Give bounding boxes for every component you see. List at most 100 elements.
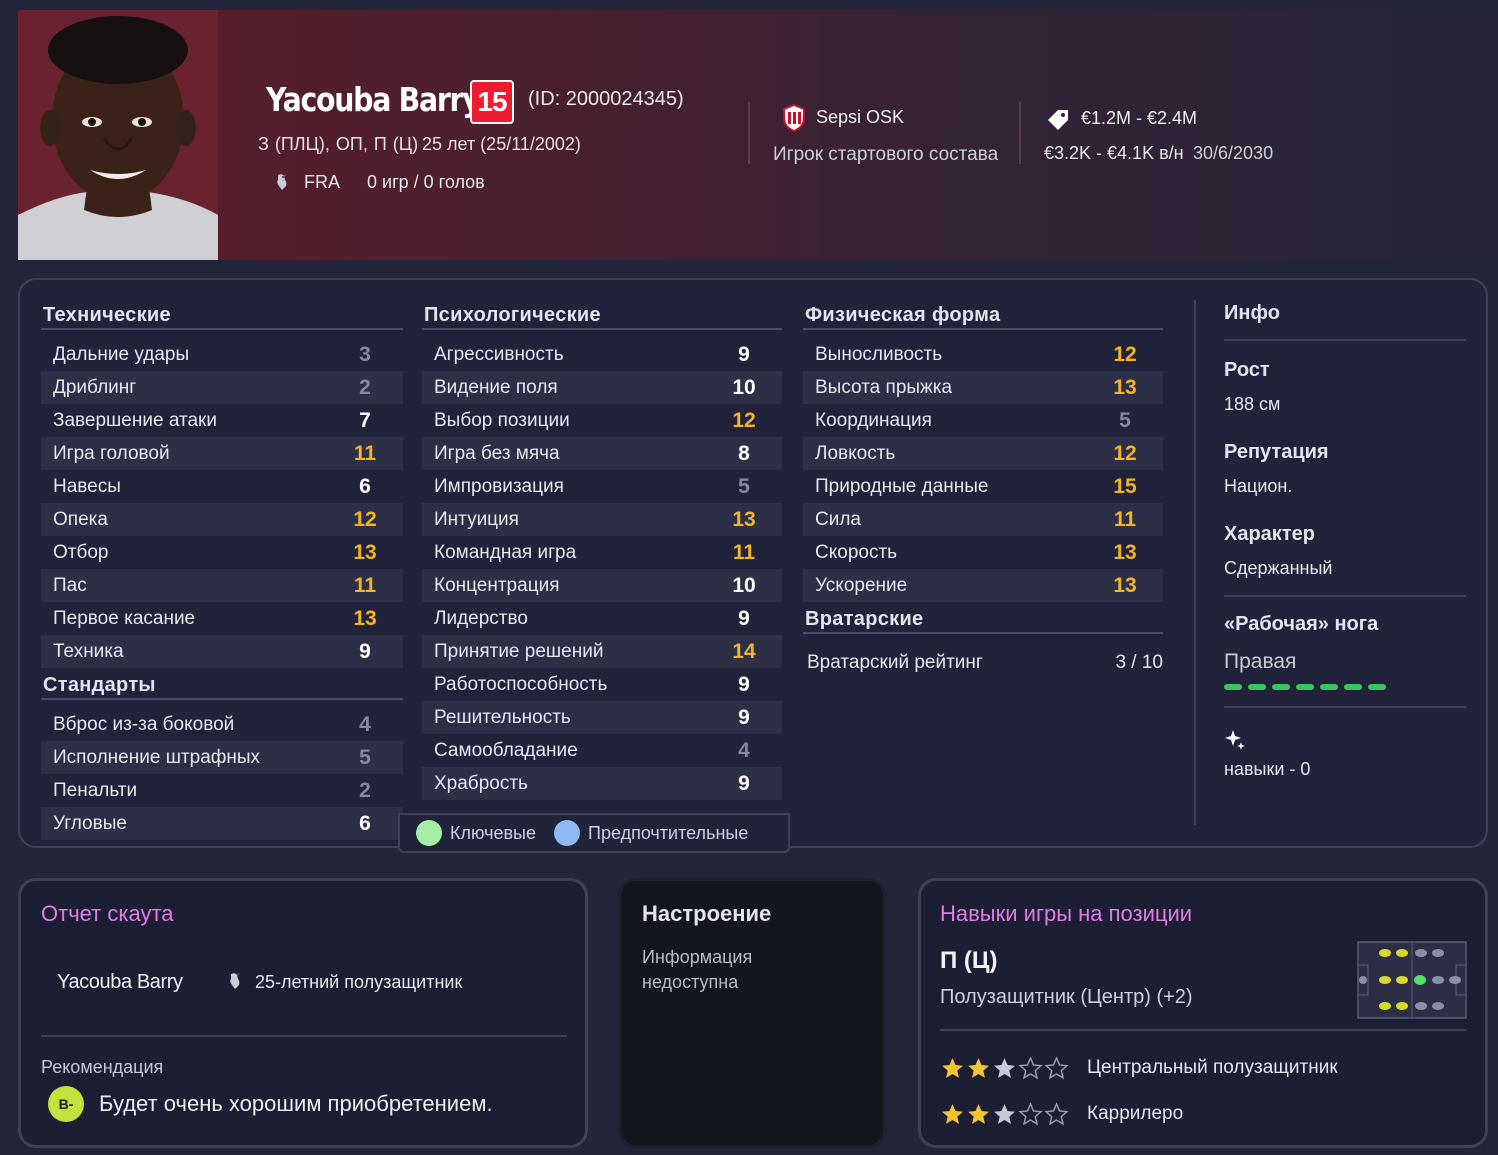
attribute-row[interactable]: Скорость 13 [803,536,1163,569]
reputation-label: Репутация [1224,441,1329,463]
attribute-label: Командная игра [434,541,577,563]
player-name: Yacouba Barry [266,80,481,119]
foot-bar-segment [1296,684,1314,690]
attribute-row[interactable]: Храбрость 9 [422,767,782,800]
attribute-label: Скорость [815,541,898,563]
attribute-value: 9 [359,639,371,663]
attribute-value: 12 [1113,441,1137,465]
attribute-row[interactable]: Угловые 6 [41,807,403,840]
attribute-row[interactable]: Вброс из-за боковой 4 [41,708,403,741]
pitch-diagram[interactable] [1357,941,1467,1024]
attribute-row[interactable]: Видение поля 10 [422,371,782,404]
attribute-row[interactable]: Агрессивность 9 [422,338,782,371]
attribute-row[interactable]: Принятие решений 14 [422,635,782,668]
attribute-label: Пенальти [53,779,138,801]
attribute-row[interactable]: Первое касание 13 [41,602,403,635]
attribute-label: Лидерство [434,607,528,629]
height-value: 188 см [1224,394,1281,414]
star-icon [994,1103,1015,1124]
attribute-row[interactable]: Высота прыжка 13 [803,371,1163,404]
scout-divider [41,1035,567,1037]
scout-report-title[interactable]: Отчет скаута [41,901,174,927]
attribute-row[interactable]: Техника 9 [41,635,403,668]
attribute-label: Интуиция [434,508,519,530]
legend-preferred-label[interactable]: Предпочтительные [588,823,748,844]
attribute-row[interactable]: Завершение атаки 7 [41,404,403,437]
attribute-value: 13 [732,507,756,531]
attribute-value: 12 [353,507,377,531]
attribute-label: Видение поля [434,376,558,398]
position-skills-card: Навыки игры на позиции П (Ц) Полузащитни… [918,878,1488,1148]
attribute-row[interactable]: Игра без мяча 8 [422,437,782,470]
star-icon [994,1057,1015,1078]
foot-bar-segment [1272,684,1290,690]
set-pieces-list: Вброс из-за боковой 4 Исполнение штрафных 5… [41,708,403,840]
foot-bar-segment [1320,684,1338,690]
attribute-label: Дриблинг [53,376,137,398]
attribute-row[interactable]: Концентрация 10 [422,569,782,602]
attribute-row[interactable]: Импровизация 5 [422,470,782,503]
role-list: Центральный полузащитник Каррилеро [940,1045,1466,1137]
star-icon [942,1103,963,1124]
attributes-panel: Технические Дальние удары 3 Дриблинг 2 Завер… [18,278,1488,853]
nationality-code[interactable]: FRA [304,172,340,193]
mood-card: Настроение Информация недоступна [618,878,886,1148]
personality-label: Характер [1224,523,1315,545]
attribute-row[interactable]: Выбор позиции 12 [422,404,782,437]
attribute-row[interactable]: Природные данные 15 [803,470,1163,503]
attribute-row[interactable]: Координация 5 [803,404,1163,437]
attribute-value: 15 [1113,474,1137,498]
rooster-flag-icon [225,971,245,996]
sparkle-icon[interactable] [1224,728,1466,755]
star-icon [1018,1055,1043,1079]
attribute-row[interactable]: Командная игра 11 [422,536,782,569]
attribute-value: 11 [732,540,756,564]
attribute-row[interactable]: Навесы 6 [41,470,403,503]
attribute-row[interactable]: Пенальти 2 [41,774,403,807]
attribute-row[interactable]: Игра головой 11 [41,437,403,470]
attribute-value: 9 [738,606,750,630]
attribute-value: 7 [359,408,371,432]
attribute-row[interactable]: Сила 11 [803,503,1163,536]
attribute-row[interactable]: Исполнение штрафных 5 [41,741,403,774]
role-row[interactable]: Каррилеро [940,1091,1466,1137]
attribute-row[interactable]: Пас 11 [41,569,403,602]
attribute-row[interactable]: Отбор 13 [41,536,403,569]
position-divider [940,1029,1466,1031]
physical-column: Физическая форма Выносливость 12 Высота пр… [803,300,1163,674]
star-icon [968,1057,989,1078]
role-row[interactable]: Центральный полузащитник [940,1045,1466,1091]
attribute-row[interactable]: Работоспособность 9 [422,668,782,701]
attribute-row[interactable]: Интуиция 13 [422,503,782,536]
attribute-row[interactable]: Дальние удары 3 [41,338,403,371]
attribute-row[interactable]: Опека 12 [41,503,403,536]
header-divider [1019,102,1021,164]
scout-grade-badge: B- [48,1086,84,1122]
attribute-row[interactable]: Лидерство 9 [422,602,782,635]
attribute-label: Первое касание [53,607,196,629]
attribute-row[interactable]: Решительность 9 [422,701,782,734]
attribute-value: 3 [359,342,371,366]
attribute-label: Отбор [53,541,109,563]
attribute-row[interactable]: Ускорение 13 [803,569,1163,602]
attribute-row[interactable]: Самообладание 4 [422,734,782,767]
attribute-value: 6 [359,811,371,835]
reputation-value: Национ. [1224,476,1293,496]
attribute-row[interactable]: Дриблинг 2 [41,371,403,404]
attribute-value: 13 [353,540,377,564]
attribute-label: Выбор позиции [434,409,570,431]
attribute-label: Дальние удары [53,343,190,365]
legend-key-label[interactable]: Ключевые [450,823,536,844]
club-crest-icon[interactable] [782,103,806,133]
star-icon [942,1057,963,1078]
attribute-value: 2 [359,778,371,802]
attribute-value: 5 [738,474,750,498]
traits-count[interactable]: навыки - 0 [1224,759,1466,780]
attribute-row[interactable]: Выносливость 12 [803,338,1163,371]
info-column: Инфо Рост 188 см Репутация Национ. Харак… [1224,302,1466,780]
club-name[interactable]: Sepsi OSK [816,107,904,128]
technical-list: Дальние удары 3 Дриблинг 2 Завершение атаки 7… [41,338,403,668]
squad-role: Игрок стартового состава [773,144,999,165]
attribute-row[interactable]: Ловкость 12 [803,437,1163,470]
preferred-foot-bar [1224,684,1466,690]
